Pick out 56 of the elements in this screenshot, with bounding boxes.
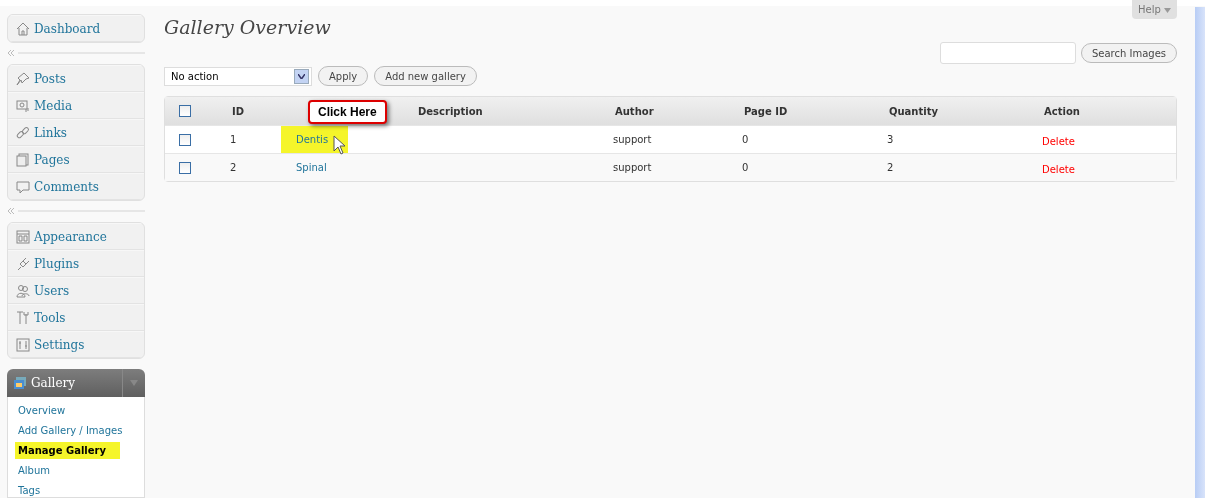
column-header: Action: [1043, 105, 1081, 117]
media-icon: [16, 98, 30, 113]
menu-item[interactable]: Dashboard: [8, 15, 144, 42]
menu-item[interactable]: Plugins: [8, 250, 144, 277]
table-cell-text: 0: [742, 134, 750, 145]
menu-item[interactable]: Media: [8, 92, 144, 119]
table-cell-text: 2: [887, 162, 895, 173]
table-cell-text: 1: [230, 134, 238, 145]
menu-item[interactable]: Settings: [8, 331, 144, 358]
appearance-icon: [16, 229, 30, 244]
column-header: Author: [614, 105, 655, 117]
gallery-link[interactable]: Spinal: [296, 162, 327, 173]
tools-icon: [16, 310, 30, 325]
select-all-checkbox[interactable]: [179, 105, 191, 117]
row-checkbox[interactable]: [179, 161, 191, 174]
submenu-item[interactable]: Overview: [8, 400, 144, 420]
column-header: Page ID: [743, 105, 789, 117]
table-cell-text: 2: [230, 162, 238, 173]
menu-item[interactable]: Appearance: [8, 223, 144, 250]
pages-icon: [16, 152, 30, 167]
row-checkbox[interactable]: [179, 133, 191, 146]
column-header: Quantity: [888, 105, 939, 117]
menu-item[interactable]: Users: [8, 277, 144, 304]
menu-item[interactable]: Tools: [8, 304, 144, 331]
submenu-item[interactable]: Add Gallery / Images: [8, 420, 144, 440]
bulk-action-select[interactable]: No action: [164, 66, 312, 86]
apply-button[interactable]: Apply: [318, 66, 369, 86]
callout-annotation: Click Here: [308, 100, 387, 124]
page-title: Gallery Overview: [164, 16, 331, 38]
table-cell-text: support: [613, 134, 653, 145]
search-button[interactable]: Search Images: [1080, 43, 1177, 63]
column-header: ID: [231, 105, 246, 117]
menu-item[interactable]: Pages: [8, 146, 144, 173]
comment-icon: [16, 179, 30, 194]
delete-link[interactable]: Delete: [1042, 136, 1075, 147]
submenu-item[interactable]: Album: [8, 460, 144, 480]
settings-icon: [16, 337, 30, 352]
gallery-menu-header[interactable]: Gallery: [7, 369, 145, 397]
delete-link[interactable]: Delete: [1042, 164, 1075, 175]
gallery-icon: [13, 376, 27, 390]
pin-icon: [16, 71, 30, 86]
add-gallery-button[interactable]: Add new gallery: [374, 66, 477, 86]
users-icon: [16, 283, 30, 298]
plug-icon: [16, 256, 30, 271]
home-icon: [16, 21, 30, 36]
menu-item[interactable]: Posts: [8, 65, 144, 92]
menu-item[interactable]: Comments: [8, 173, 144, 200]
search-field[interactable]: [939, 42, 1076, 64]
table-cell-text: support: [613, 162, 653, 173]
menu-item[interactable]: Links: [8, 119, 144, 146]
submenu-item[interactable]: Tags: [8, 480, 144, 498]
column-header: Description: [417, 105, 484, 117]
table-cell-text: 0: [742, 162, 750, 173]
help-tab[interactable]: Help: [1132, 0, 1177, 19]
table-cell-text: 3: [887, 134, 895, 145]
link-icon: [16, 125, 30, 140]
